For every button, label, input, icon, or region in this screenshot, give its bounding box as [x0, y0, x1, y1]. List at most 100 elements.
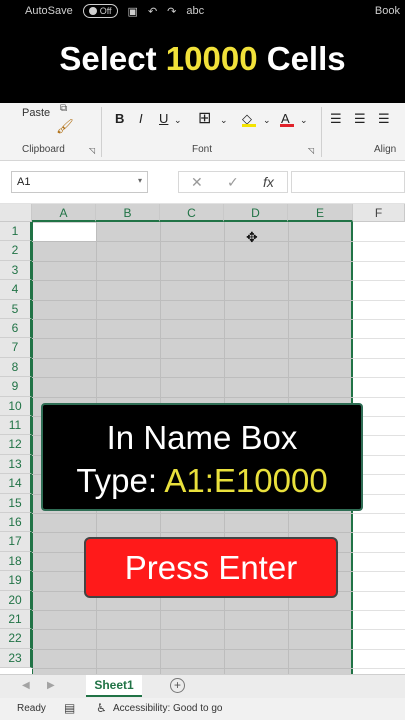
row-header-7[interactable]: 7	[0, 338, 32, 358]
row-header-19[interactable]: 19	[0, 571, 32, 591]
enter-check-icon[interactable]: ✓	[227, 174, 239, 191]
row-header-3[interactable]: 3	[0, 260, 32, 281]
align-left-icon[interactable]: ☰	[330, 111, 342, 127]
row-gridline	[353, 513, 405, 514]
autosave-toggle-label: Off	[99, 6, 112, 16]
sheet-prev-icon[interactable]: ◀	[22, 680, 30, 691]
row-gridline	[353, 629, 405, 631]
bold-button[interactable]: B	[115, 111, 124, 126]
borders-icon[interactable]: ⊞	[198, 108, 211, 128]
row-gridline	[32, 532, 353, 534]
redo-icon[interactable]: ↷	[167, 5, 176, 18]
row-gridline	[32, 319, 353, 320]
column-header-d[interactable]: D	[224, 204, 288, 222]
borders-dropdown-icon[interactable]: ⌄	[220, 115, 228, 126]
select-all-corner[interactable]	[0, 204, 32, 222]
spellcheck-icon[interactable]: abc	[186, 5, 204, 17]
name-box[interactable]: A1 ▾	[11, 171, 148, 193]
font-group-label: Font	[192, 144, 213, 155]
row-gridline	[32, 648, 353, 650]
copy-icon[interactable]: ⧉	[60, 103, 67, 114]
insert-function-icon[interactable]: fx	[263, 174, 274, 190]
workbook-title: Book	[374, 5, 400, 17]
row-gridline	[32, 260, 353, 262]
column-header-e[interactable]: E	[288, 204, 353, 222]
alignment-group-label: Align	[374, 144, 397, 155]
instruction-range: A1:E10000	[164, 462, 328, 499]
active-cell[interactable]	[33, 223, 96, 242]
column-header-b[interactable]: B	[96, 204, 160, 222]
row-header-8[interactable]: 8	[0, 357, 32, 378]
row-gridline	[32, 338, 353, 340]
ribbon-divider	[101, 107, 102, 157]
row-header-23[interactable]: 23	[0, 648, 32, 669]
row-header-21[interactable]: 21	[0, 610, 32, 630]
cancel-icon[interactable]: ✕	[191, 174, 203, 191]
column-header-a[interactable]: A	[32, 204, 96, 222]
fill-dropdown-icon[interactable]: ⌄	[263, 115, 271, 126]
row-header-9[interactable]: 9	[0, 377, 32, 397]
row-gridline	[32, 299, 353, 301]
row-header-5[interactable]: 5	[0, 299, 32, 319]
headline-number: 10000	[165, 40, 258, 77]
status-ready: Ready	[17, 703, 46, 714]
font-color-dropdown-icon[interactable]: ⌄	[300, 115, 308, 126]
save-icon[interactable]: ▣	[128, 5, 138, 18]
row-header-15[interactable]: 15	[0, 493, 32, 513]
crosshair-cursor-icon: ✥	[246, 229, 258, 245]
row-header-12[interactable]: 12	[0, 435, 32, 455]
row-header-2[interactable]: 2	[0, 241, 32, 261]
clipboard-launcher-icon[interactable]: ◹	[89, 146, 95, 155]
row-header-6[interactable]: 6	[0, 319, 32, 339]
italic-button[interactable]: I	[139, 111, 143, 126]
sheet-next-icon[interactable]: ▶	[47, 680, 55, 691]
instruction-line-2: Type: A1:E10000	[43, 462, 361, 500]
clipboard-group-label: Clipboard	[22, 144, 65, 155]
undo-icon[interactable]: ↶	[148, 5, 157, 18]
ribbon-divider	[321, 107, 322, 157]
row-gridline	[32, 377, 353, 379]
instruction-line-1: In Name Box	[106, 419, 298, 456]
row-header-1[interactable]: 1	[0, 222, 32, 242]
row-header-18[interactable]: 18	[0, 551, 32, 572]
macro-icon[interactable]: ▤	[64, 701, 75, 715]
font-launcher-icon[interactable]: ◹	[308, 146, 314, 155]
row-gridline	[32, 668, 353, 670]
formula-input[interactable]	[291, 171, 405, 193]
row-header-16[interactable]: 16	[0, 513, 32, 533]
row-gridline	[353, 590, 405, 592]
row-header-20[interactable]: 20	[0, 590, 32, 610]
press-enter-button: Press Enter	[84, 537, 338, 598]
accessibility-icon[interactable]: ♿	[96, 701, 107, 715]
row-gridline	[32, 629, 353, 631]
row-header-13[interactable]: 13	[0, 454, 32, 475]
row-header-11[interactable]: 11	[0, 416, 32, 436]
accessibility-status[interactable]: Accessibility: Good to go	[113, 703, 223, 714]
align-center-icon[interactable]: ☰	[354, 111, 366, 127]
instruction-banner: In Name Box Type: A1:E10000	[41, 403, 363, 511]
format-painter-icon[interactable]: 🖌	[56, 118, 74, 135]
row-header-22[interactable]: 22	[0, 629, 32, 649]
underline-button[interactable]: U	[159, 111, 168, 126]
name-box-dropdown-icon[interactable]: ▾	[138, 176, 142, 185]
row-header-17[interactable]: 17	[0, 532, 32, 552]
row-header-14[interactable]: 14	[0, 474, 32, 494]
align-right-icon[interactable]: ☰	[378, 111, 390, 127]
add-sheet-icon[interactable]: +	[170, 678, 185, 693]
column-header-f[interactable]: F	[353, 204, 405, 222]
row-header-4[interactable]: 4	[0, 280, 32, 300]
row-gridline	[353, 648, 405, 650]
video-header: AutoSave Off ▣ ↶ ↷ abc Book Select 10000…	[0, 0, 405, 103]
paste-button[interactable]: Paste	[22, 107, 50, 119]
row-header-10[interactable]: 10	[0, 396, 32, 416]
underline-dropdown-icon[interactable]: ⌄	[174, 115, 182, 126]
sheet-tab-active[interactable]: Sheet1	[86, 675, 142, 697]
autosave-toggle-icon[interactable]: Off	[82, 4, 118, 18]
row-gridline	[353, 377, 405, 379]
column-header-c[interactable]: C	[160, 204, 224, 222]
ribbon: ⧉ Paste 🖌 Clipboard ◹ B I U ⌄ ⊞ ⌄ ◇ ⌄ A …	[0, 103, 405, 161]
headline: Select 10000 Cells	[0, 40, 405, 78]
row-gridline	[353, 396, 405, 398]
row-gridline	[353, 280, 405, 282]
row-gridline	[32, 396, 353, 398]
